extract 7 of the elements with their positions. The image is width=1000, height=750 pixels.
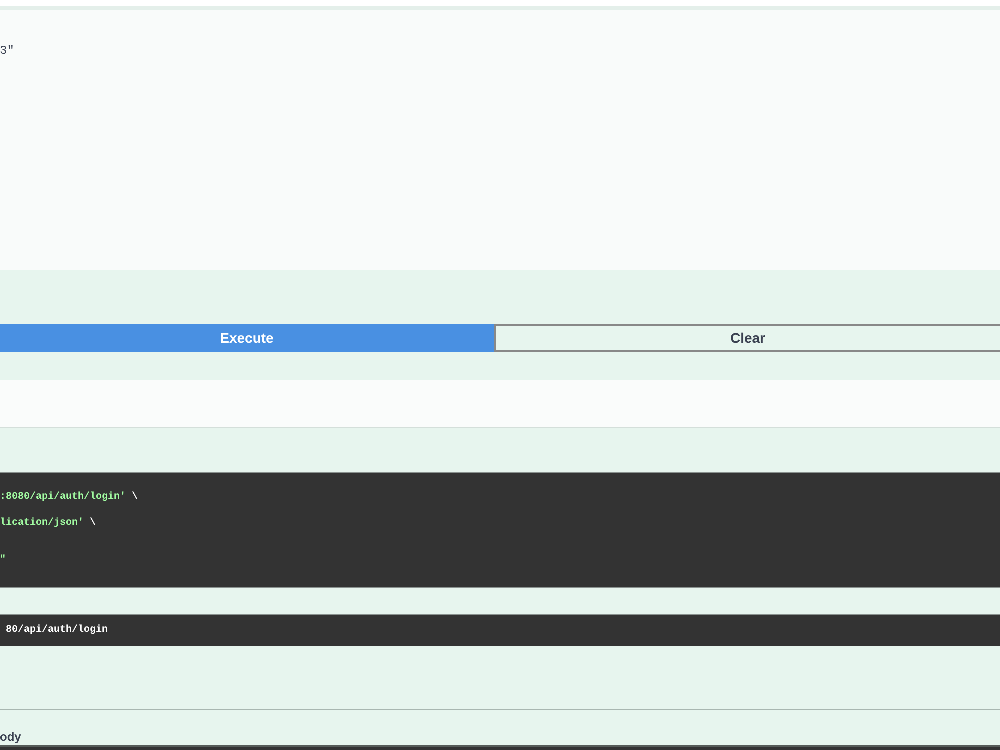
code-line: lication/json' \ [0,517,96,530]
code-line: " [0,554,6,567]
request-body-field[interactable]: 3" [0,10,1000,270]
clear-button[interactable]: Clear [494,324,1000,352]
request-url: 80/api/auth/login [6,624,108,637]
section-label: ody [0,730,22,744]
code-line: :8080/api/auth/login' \ [0,491,138,504]
